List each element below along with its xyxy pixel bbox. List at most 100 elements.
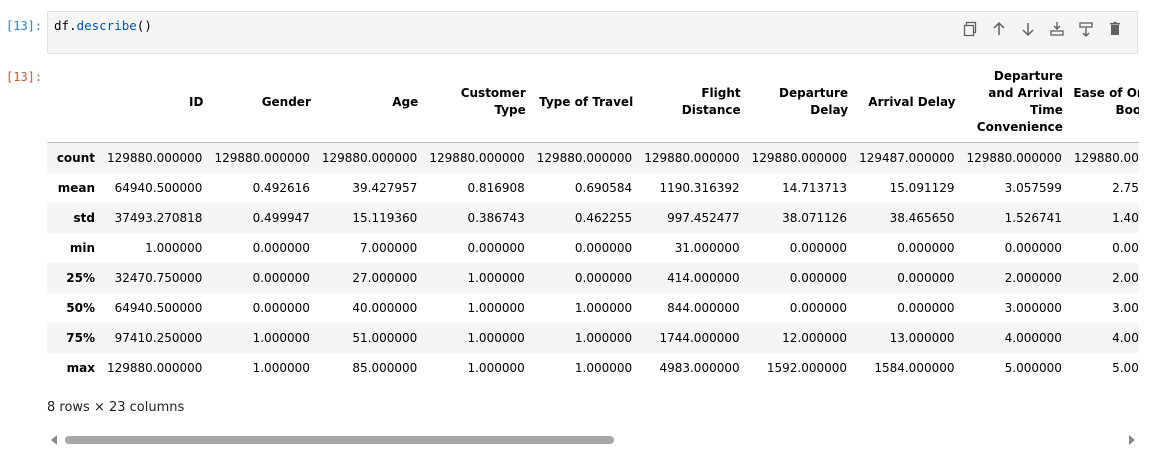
rows-columns-info: 8 rows × 23 columns — [47, 400, 185, 415]
table-cell: 64940.500000 — [114, 180, 203, 195]
table-cell: 0.000000 — [574, 240, 633, 255]
code-cell-input[interactable]: df.describe() — [47, 11, 1138, 54]
row-index-label: 25% — [66, 270, 95, 285]
insert-below-icon — [1049, 22, 1064, 36]
code-line[interactable]: df.describe() — [54, 18, 152, 33]
table-cell: 5.000000 — [1004, 360, 1062, 375]
table-cell: 0.000000 — [897, 240, 955, 255]
table-cell: 4.000000 — [1112, 330, 1139, 345]
row-index-label: count — [56, 150, 95, 165]
dataframe-output: ID Gender Age Customer Type Type of Travel Fl… — [47, 62, 1139, 385]
table-cell: 1.000000 — [252, 360, 310, 375]
merge-cell-button[interactable] — [1071, 17, 1100, 41]
table-cell: 3.057599 — [1004, 180, 1062, 195]
row-index-label: min — [69, 240, 95, 255]
column-header: Flight Distance — [638, 62, 746, 143]
table-row: 25% 32470.750000 0.000000 27.000000 1.000000… — [47, 262, 1139, 293]
table-cell: 997.452477 — [667, 210, 740, 225]
table-cell: 0.000000 — [252, 300, 310, 315]
header-row: ID Gender Age Customer Type Type of Travel Fl… — [47, 62, 1139, 143]
column-header: Ease of Online Booking — [1067, 62, 1139, 143]
table-cell: 129880.000000 — [751, 150, 848, 165]
delete-cell-button[interactable] — [1100, 17, 1129, 41]
table-cell: 31.000000 — [674, 240, 740, 255]
table-cell: 38.465650 — [889, 210, 955, 225]
table-cell: 414.000000 — [667, 270, 740, 285]
index-header — [47, 62, 101, 143]
duplicate-cell-button[interactable] — [955, 17, 984, 41]
move-down-icon — [1021, 23, 1034, 37]
table-cell: 5.000000 — [1112, 360, 1139, 375]
column-header: Age — [315, 62, 424, 143]
column-header: Customer Type — [423, 62, 531, 143]
table-cell: 0.499947 — [252, 210, 310, 225]
table-cell: 1.000000 — [467, 330, 525, 345]
duplicate-cell-icon — [963, 21, 976, 37]
table-cell: 0.000000 — [1004, 240, 1062, 255]
table-cell: 0.000000 — [467, 240, 525, 255]
table-row: min 1.000000 0.000000 7.000000 0.000000 0.000… — [47, 233, 1139, 263]
table-cell: 1584.000000 — [874, 360, 955, 375]
table-cell: 40.000000 — [352, 300, 418, 315]
output-prompt: [13]: — [6, 70, 43, 84]
code-args: () — [136, 18, 152, 33]
table-cell: 1.000000 — [467, 300, 525, 315]
table-cell: 97410.250000 — [114, 330, 203, 345]
table-cell: 0.386743 — [467, 210, 525, 225]
table-cell: 0.000000 — [789, 240, 848, 255]
table-cell: 15.119360 — [352, 210, 418, 225]
table-cell: 1.000000 — [252, 330, 310, 345]
table-cell: 1.000000 — [574, 360, 633, 375]
table-cell: 27.000000 — [352, 270, 418, 285]
scroll-right-arrow-icon[interactable] — [1129, 435, 1135, 445]
table-cell: 129880.000000 — [321, 150, 418, 165]
table-row: 75% 97410.250000 1.000000 51.000000 1.000000… — [47, 322, 1139, 353]
merge-cell-icon — [1078, 22, 1093, 37]
table-cell: 1.401740 — [1112, 210, 1139, 225]
insert-below-button[interactable] — [1042, 17, 1071, 41]
row-index-label: std — [73, 210, 95, 225]
column-header: Type of Travel — [530, 62, 639, 143]
table-cell: 0.000000 — [252, 270, 310, 285]
table-cell: 129880.000000 — [107, 360, 203, 375]
table-cell: 85.000000 — [352, 360, 418, 375]
horizontal-scrollbar[interactable] — [47, 432, 1139, 448]
column-header: Departure and Arrival Time Convenience — [960, 62, 1068, 143]
scrollbar-thumb[interactable] — [65, 436, 614, 444]
input-prompt: [13]: — [6, 19, 43, 33]
code-method: describe — [76, 18, 137, 33]
move-up-icon — [992, 21, 1005, 35]
move-up-button[interactable] — [984, 17, 1013, 41]
table-cell: 1.000000 — [467, 270, 525, 285]
move-down-button[interactable] — [1013, 17, 1042, 41]
describe-table: ID Gender Age Customer Type Type of Travel Fl… — [47, 62, 1139, 383]
table-row: count 129880.000000 129880.000000 129880.00… — [47, 142, 1139, 173]
table-cell: 0.000000 — [897, 270, 955, 285]
table-cell: 0.000000 — [252, 240, 310, 255]
table-cell: 0.000000 — [897, 300, 955, 315]
table-cell: 129880.000000 — [429, 150, 525, 165]
table-body: count 129880.000000 129880.000000 129880.00… — [47, 142, 1139, 383]
table-cell: 4983.000000 — [659, 360, 740, 375]
table-row: std 37493.270818 0.499947 15.119360 0.386743… — [47, 202, 1139, 233]
table-cell: 0.492616 — [252, 180, 310, 195]
table-cell: 1.000000 — [574, 300, 633, 315]
cell-toolbar — [955, 17, 1129, 41]
scroll-left-arrow-icon[interactable] — [51, 435, 57, 445]
delete-cell-icon — [1109, 21, 1120, 35]
table-cell: 129880.000000 — [1073, 150, 1139, 165]
table-cell: 0.000000 — [1112, 240, 1139, 255]
row-index-label: mean — [57, 180, 95, 195]
table-cell: 1.000000 — [145, 240, 203, 255]
table-cell: 0.000000 — [789, 270, 848, 285]
table-cell: 3.000000 — [1004, 300, 1062, 315]
column-header: Arrival Delay — [853, 62, 961, 143]
table-cell: 0.462255 — [574, 210, 633, 225]
table-cell: 2.000000 — [1004, 270, 1062, 285]
table-row: mean 64940.500000 0.492616 39.427957 0.81690… — [47, 173, 1139, 203]
table-cell: 1.526741 — [1004, 210, 1062, 225]
table-cell: 129880.000000 — [644, 150, 740, 165]
table-cell: 2.000000 — [1112, 270, 1139, 285]
table-cell: 38.071126 — [782, 210, 848, 225]
table-cell: 15.091129 — [889, 180, 955, 195]
